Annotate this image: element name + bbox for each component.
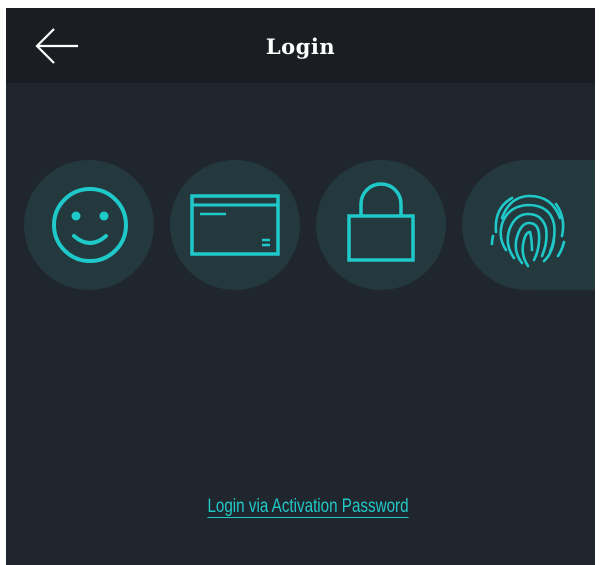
card-login-button[interactable] bbox=[170, 160, 300, 290]
fingerprint-login-button[interactable] bbox=[462, 160, 595, 290]
fingerprint-icon bbox=[490, 194, 566, 268]
activation-password-link[interactable]: Login via Activation Password bbox=[66, 496, 549, 518]
face-login-button[interactable] bbox=[24, 160, 154, 290]
back-button[interactable] bbox=[34, 26, 80, 66]
login-screen: Login Login via Activation Password bbox=[6, 8, 595, 565]
face-icon bbox=[52, 187, 128, 263]
page-title: Login bbox=[265, 34, 336, 59]
arrow-left-icon bbox=[35, 28, 78, 64]
card-icon bbox=[190, 194, 280, 256]
lock-icon bbox=[347, 182, 415, 262]
header-bar: Login bbox=[6, 8, 595, 83]
password-login-button[interactable] bbox=[316, 160, 446, 290]
